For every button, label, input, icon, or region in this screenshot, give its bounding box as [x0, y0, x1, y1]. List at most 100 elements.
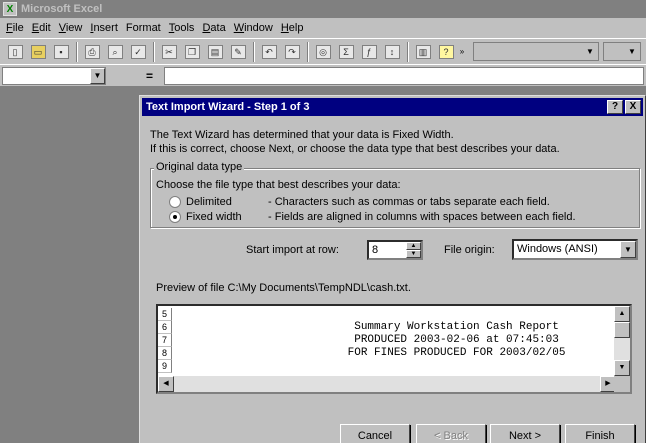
open-button[interactable]: ▭: [27, 41, 49, 63]
vertical-scroll-thumb[interactable]: [614, 322, 630, 338]
scroll-up-icon[interactable]: ▲: [614, 306, 630, 322]
chart-wizard-button[interactable]: ▥: [412, 41, 434, 63]
fixed-width-radio[interactable]: [169, 211, 181, 223]
menu-bar: File Edit View Insert Format Tools Data …: [0, 18, 646, 38]
preview-line: 5: [158, 308, 598, 321]
dialog-title: Text Import Wizard - Step 1 of 3: [146, 101, 310, 113]
preview-label: Preview of file C:\My Documents\TempNDL\…: [156, 282, 411, 294]
file-origin-select[interactable]: Windows (ANSI) ▼: [512, 239, 638, 260]
format-painter-button[interactable]: ✎: [227, 41, 249, 63]
sort-button[interactable]: ↕: [381, 41, 403, 63]
preview-line: 7 PRODUCED 2003-02-06 at 07:45:03: [158, 334, 598, 347]
spelling-icon: ✓: [130, 44, 146, 59]
function-icon: ƒ: [361, 44, 377, 59]
intro-line-1: The Text Wizard has determined that your…: [150, 129, 454, 141]
menu-format[interactable]: Format: [126, 22, 161, 34]
print-preview-button[interactable]: ⌕: [104, 41, 126, 63]
dialog-title-bar: Text Import Wizard - Step 1 of 3 ? X: [142, 98, 643, 116]
help-icon: ?: [438, 44, 454, 59]
chevron-down-icon: ▼: [90, 67, 105, 84]
menu-help[interactable]: Help: [281, 22, 304, 34]
font-size-combo[interactable]: ▼: [603, 42, 641, 61]
back-button[interactable]: < Back: [416, 424, 486, 443]
group-description: Choose the file type that best describes…: [156, 179, 401, 191]
undo-icon: ↶: [261, 44, 277, 59]
scroll-down-icon[interactable]: ▼: [614, 360, 630, 376]
spelling-button[interactable]: ✓: [127, 41, 149, 63]
cut-button[interactable]: ✂: [158, 41, 180, 63]
menu-data[interactable]: Data: [202, 22, 225, 34]
standard-toolbar: ▯ ▭ ▪ ⎙ ⌕ ✓ ✂ ❐ ▤ ✎ ↶ ↷ ◎ Σ ƒ ↕ ▥ ? » ▼ …: [0, 38, 646, 64]
finish-button[interactable]: Finish: [565, 424, 635, 443]
preview-line: 9: [158, 360, 598, 373]
formula-input[interactable]: [164, 66, 644, 85]
print-icon: ⎙: [84, 44, 100, 59]
hyperlink-icon: ◎: [315, 44, 331, 59]
delimited-radio[interactable]: [169, 196, 181, 208]
next-button[interactable]: Next >: [490, 424, 560, 443]
help-button[interactable]: ?: [435, 41, 457, 63]
new-icon: ▯: [7, 44, 23, 59]
equals-sign: =: [146, 68, 154, 83]
start-row-label: Start import at row:: [246, 244, 339, 256]
start-row-value: 8: [372, 244, 379, 256]
save-icon: ▪: [53, 44, 69, 59]
help-button[interactable]: ?: [607, 100, 623, 114]
redo-button[interactable]: ↷: [281, 41, 303, 63]
menu-window[interactable]: Window: [234, 22, 273, 34]
delimited-label: Delimited: [186, 196, 232, 208]
close-button[interactable]: X: [625, 100, 641, 114]
format-painter-icon: ✎: [230, 44, 246, 59]
delimited-description: - Characters such as commas or tabs sepa…: [268, 196, 550, 208]
intro-text: The Text Wizard has determined that your…: [150, 128, 560, 156]
chevron-down-icon[interactable]: ▼: [620, 241, 636, 258]
vertical-scrollbar[interactable]: ▲ ▼: [614, 306, 630, 376]
intro-line-2: If this is correct, choose Next, or choo…: [150, 143, 560, 155]
new-button[interactable]: ▯: [4, 41, 26, 63]
horizontal-scrollbar[interactable]: ◀ ▶: [158, 376, 616, 392]
menu-view[interactable]: View: [59, 22, 83, 34]
cut-icon: ✂: [161, 44, 177, 59]
open-icon: ▭: [30, 44, 46, 59]
print-preview-icon: ⌕: [107, 44, 123, 59]
fixed-width-option[interactable]: Fixed width - Fields are aligned in colu…: [169, 211, 576, 223]
menu-edit[interactable]: Edit: [32, 22, 51, 34]
more-buttons[interactable]: »: [458, 41, 466, 63]
text-import-wizard-dialog: Text Import Wizard - Step 1 of 3 ? X The…: [139, 95, 646, 443]
sort-icon: ↕: [384, 44, 400, 59]
file-origin-value: Windows (ANSI): [517, 243, 598, 255]
save-button[interactable]: ▪: [50, 41, 72, 63]
chevron-down-icon: ▼: [586, 47, 594, 56]
group-label: Original data type: [154, 161, 245, 173]
scroll-left-icon[interactable]: ◀: [158, 376, 174, 392]
copy-button[interactable]: ❐: [181, 41, 203, 63]
hyperlink-button[interactable]: ◎: [312, 41, 334, 63]
file-origin-label: File origin:: [444, 244, 495, 256]
spin-down-icon[interactable]: ▼: [406, 250, 421, 258]
menu-tools[interactable]: Tools: [169, 22, 195, 34]
file-preview[interactable]: 5 6 Summary Workstation Cash Report 7 PR…: [156, 304, 632, 394]
function-button[interactable]: ƒ: [358, 41, 380, 63]
fixed-width-description: - Fields are aligned in columns with spa…: [268, 211, 576, 223]
preview-line: 8 FOR FINES PRODUCED FOR 2003/02/05: [158, 347, 598, 360]
start-row-spinner[interactable]: 8 ▲ ▼: [367, 240, 423, 260]
menu-file[interactable]: File: [6, 22, 24, 34]
redo-icon: ↷: [284, 44, 300, 59]
formula-bar: ▼ =: [0, 64, 646, 86]
chevron-down-icon: ▼: [628, 47, 636, 56]
autosum-icon: Σ: [338, 44, 354, 59]
font-combo[interactable]: ▼: [473, 42, 599, 61]
paste-icon: ▤: [207, 44, 223, 59]
autosum-button[interactable]: Σ: [335, 41, 357, 63]
paste-button[interactable]: ▤: [204, 41, 226, 63]
delimited-option[interactable]: Delimited - Characters such as commas or…: [169, 196, 550, 208]
chart-wizard-icon: ▥: [415, 44, 431, 59]
spin-up-icon[interactable]: ▲: [406, 242, 421, 250]
cancel-button[interactable]: Cancel: [340, 424, 410, 443]
menu-insert[interactable]: Insert: [90, 22, 118, 34]
undo-button[interactable]: ↶: [258, 41, 280, 63]
name-box[interactable]: ▼: [2, 66, 106, 85]
print-button[interactable]: ⎙: [81, 41, 103, 63]
app-title: Microsoft Excel: [21, 3, 103, 15]
fixed-width-label: Fixed width: [186, 211, 242, 223]
